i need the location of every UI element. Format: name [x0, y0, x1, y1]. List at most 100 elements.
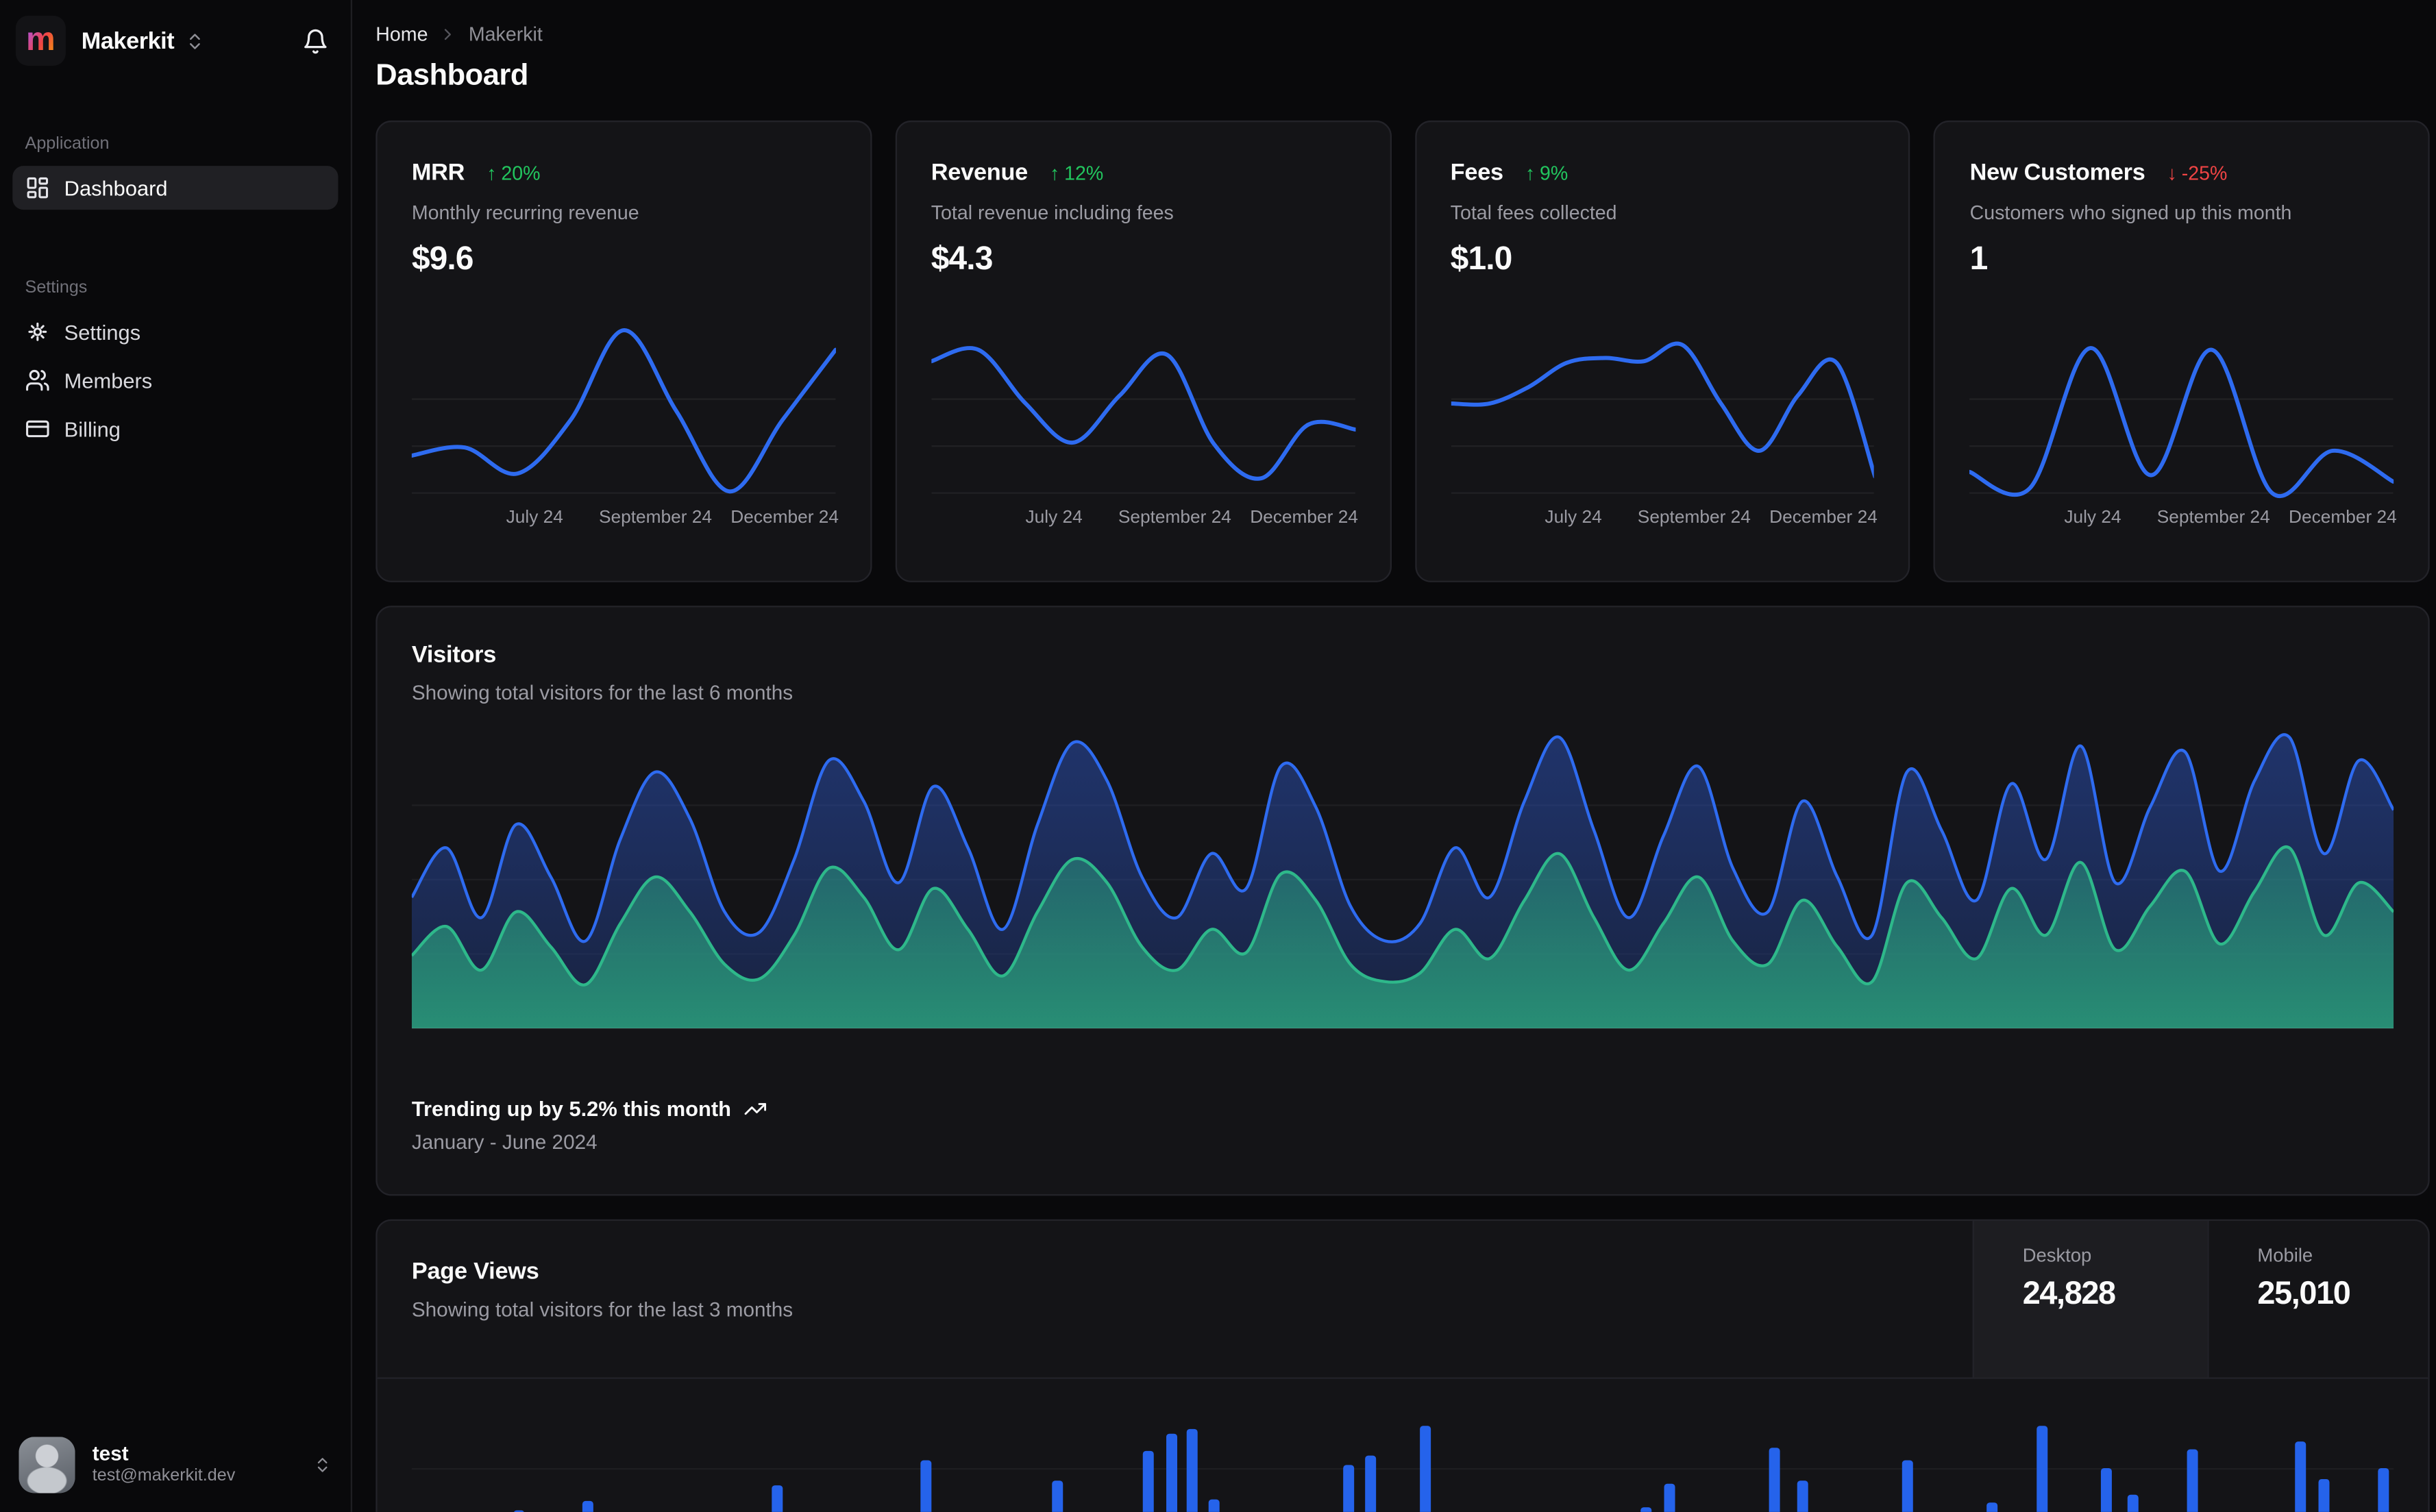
page-views-card: Page Views Showing total visitors for th… [376, 1219, 2430, 1512]
bar [1987, 1502, 1999, 1512]
breadcrumb: Home Makerkit [376, 23, 2429, 45]
visitors-period: January - June 2024 [411, 1130, 598, 1154]
sidebar-header: m Makerkit [0, 0, 351, 82]
page-title: Dashboard [376, 59, 528, 92]
stat-description: Total fees collected [1450, 201, 1617, 224]
sidebar-item-label: Settings [64, 320, 141, 344]
visitors-subtitle: Showing total visitors for the last 6 mo… [411, 680, 793, 705]
stat-title: MRR [411, 160, 465, 186]
trend-badge: ↑ 12% [1050, 162, 1104, 184]
bar [1664, 1483, 1675, 1512]
stat-description: Total revenue including fees [931, 201, 1174, 224]
notifications-button[interactable] [302, 27, 329, 54]
visitors-title: Visitors [411, 641, 497, 669]
team-switcher[interactable] [185, 31, 206, 51]
bar [1143, 1450, 1155, 1512]
logo-letter: m [26, 21, 56, 58]
stat-card-mrr: MRR ↑ 20% Monthly recurring revenue $9.6 … [376, 120, 872, 582]
stat-card-revenue: Revenue ↑ 12% Total revenue including fee… [895, 120, 1391, 582]
trend-badge: ↓ -25% [2167, 162, 2228, 184]
app-root: m Makerkit Application Dashboard Setting… [0, 0, 2436, 1512]
mrr-sparkline-chart [411, 316, 836, 501]
stat-value: 1 [1969, 240, 1989, 277]
sidebar-nav-application: Dashboard [0, 166, 351, 210]
x-axis-labels: July 24 September 24 December 24 [1545, 508, 1878, 528]
sidebar-section-settings: Settings [25, 278, 88, 298]
bar [1186, 1428, 1198, 1512]
stat-value: $4.3 [931, 240, 994, 277]
toggle-value: 25,010 [2257, 1275, 2350, 1312]
x-axis-labels: July 24 September 24 December 24 [506, 508, 839, 528]
user-name: test [92, 1441, 129, 1465]
x-axis-labels: July 24 September 24 December 24 [1025, 508, 1358, 528]
revenue-sparkline-chart [931, 316, 1355, 501]
stat-card-fees: Fees ↑ 9% Total fees collected $1.0 July … [1414, 120, 1910, 582]
trend-badge: ↑ 9% [1525, 162, 1568, 184]
stat-title: New Customers [1969, 160, 2145, 186]
dashboard-icon [25, 175, 51, 201]
stat-description: Customers who signed up this month [1969, 201, 2292, 224]
page-views-title: Page Views [411, 1258, 539, 1285]
bar [2187, 1449, 2199, 1512]
toggle-label: Mobile [2257, 1244, 2313, 1267]
stat-value: $9.6 [411, 240, 474, 277]
breadcrumb-home-link[interactable]: Home [376, 23, 428, 45]
chevrons-up-down-icon [313, 1456, 332, 1474]
main-content: Home Makerkit Dashboard MRR ↑ 20% Monthly… [352, 0, 2436, 1512]
bar [772, 1485, 784, 1512]
new-customers-sparkline-chart [1969, 316, 2394, 501]
bar [2318, 1478, 2330, 1512]
credit-card-icon [25, 417, 51, 442]
team-name: Makerkit [81, 27, 175, 54]
user-meta: test test@makerkit.dev [93, 1441, 235, 1489]
sidebar-item-members[interactable]: Members [12, 358, 338, 402]
stat-description: Monthly recurring revenue [411, 201, 639, 224]
visitors-card: Visitors Showing total visitors for the … [376, 606, 2430, 1196]
sidebar-item-label: Members [64, 369, 153, 393]
visitors-trend-text: Trending up by 5.2% this month [411, 1097, 731, 1121]
stat-title: Revenue [931, 160, 1029, 186]
page-views-subtitle: Showing total visitors for the last 3 mo… [411, 1297, 793, 1322]
toggle-value: 24,828 [2022, 1275, 2116, 1312]
arrow-up-icon: ↑ [487, 162, 497, 184]
bar [1420, 1426, 1432, 1512]
sidebar-item-billing[interactable]: Billing [12, 407, 338, 451]
sidebar-item-label: Billing [64, 417, 121, 441]
bar [2037, 1426, 2048, 1512]
toggle-mobile[interactable]: Mobile 25,010 [2207, 1220, 2428, 1378]
bar [2128, 1494, 2139, 1512]
visitors-area-chart [411, 731, 2394, 1039]
sidebar-item-settings[interactable]: Settings [12, 310, 338, 354]
bar [1365, 1455, 1377, 1512]
users-icon [25, 368, 51, 393]
toggle-desktop[interactable]: Desktop 24,828 [1972, 1220, 2208, 1378]
makerkit-logo[interactable]: m [15, 15, 66, 66]
fees-sparkline-chart [1450, 316, 1875, 501]
bell-icon [304, 28, 327, 53]
sidebar-nav-settings: Settings Members Billing [0, 310, 351, 451]
trending-up-icon [743, 1098, 767, 1121]
user-email: test@makerkit.dev [92, 1467, 236, 1486]
bar [1052, 1480, 1063, 1512]
bar [1797, 1480, 1808, 1512]
stat-card-new-customers: New Customers ↓ -25% Customers who signed… [1934, 120, 2430, 582]
arrow-up-icon: ↑ [1050, 162, 1060, 184]
sidebar-item-dashboard[interactable]: Dashboard [12, 166, 339, 210]
bar [1902, 1460, 1913, 1512]
bar [582, 1500, 593, 1512]
sidebar: m Makerkit Application Dashboard Setting… [0, 0, 353, 1512]
bar [1208, 1499, 1220, 1512]
page-views-header: Page Views Showing total visitors for th… [377, 1220, 2428, 1379]
visitors-footer: Trending up by 5.2% this month January -… [412, 1098, 2394, 1154]
bar [1166, 1433, 1178, 1512]
toggle-label: Desktop [2022, 1244, 2092, 1267]
chevrons-up-down-icon [190, 33, 201, 49]
user-menu[interactable]: test test@makerkit.dev [0, 1421, 351, 1512]
x-axis-labels: July 24 September 24 December 24 [2064, 508, 2397, 528]
bar [2294, 1441, 2306, 1512]
sidebar-item-label: Dashboard [64, 176, 168, 200]
bar [1769, 1448, 1781, 1512]
breadcrumb-current: Makerkit [468, 23, 543, 46]
trend-badge: ↑ 20% [487, 162, 541, 184]
bar [921, 1460, 933, 1512]
